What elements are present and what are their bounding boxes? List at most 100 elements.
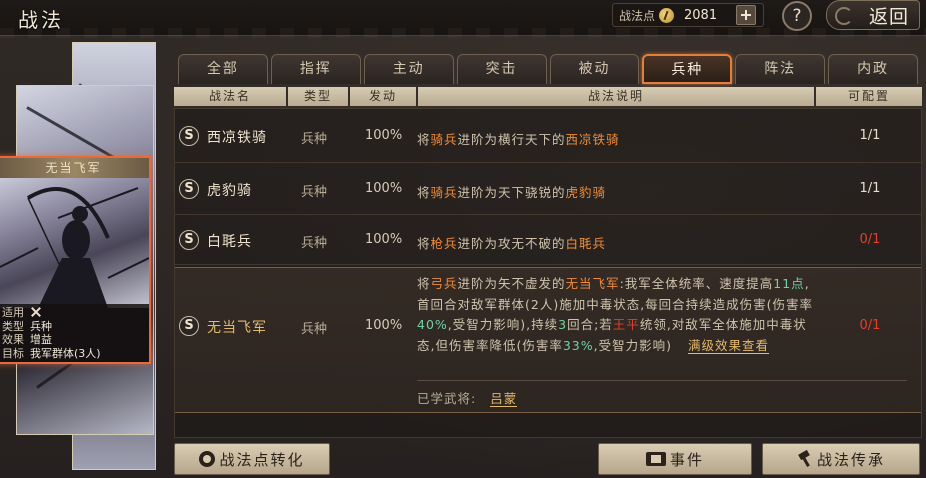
tactic-rate: 100%	[365, 181, 403, 196]
desc-highlight: 枪兵	[430, 236, 458, 251]
configurable-count: 0/1	[859, 318, 881, 333]
desc-highlight: 西凉铁骑	[565, 132, 620, 147]
grade-badge: S	[179, 230, 199, 250]
column-header-type: 类型	[288, 87, 348, 106]
configurable-count: 1/1	[859, 128, 881, 143]
desc-text: 将	[417, 185, 431, 200]
tactic-rate: 100%	[365, 128, 403, 143]
tactic-points-display: 战法点 2081	[612, 3, 764, 27]
desc-highlight: 虎豹骑	[565, 185, 607, 200]
tactic-type: 兵种	[301, 185, 328, 200]
event-icon	[645, 452, 666, 466]
tactic-type: 兵种	[301, 322, 328, 337]
tactic-points-icon	[199, 451, 216, 467]
tab-active[interactable]: 主动	[363, 54, 454, 84]
hammer-icon	[797, 451, 813, 467]
tab-command[interactable]: 指挥	[270, 54, 361, 84]
table-row[interactable]: S 西凉铁骑 兵种 100% 将骑兵进阶为横行天下的西凉铁骑 1/1	[175, 109, 921, 163]
view-max-level-link[interactable]: 满级效果查看	[688, 337, 770, 354]
back-label: 返回	[868, 5, 909, 28]
tab-assault[interactable]: 突击	[456, 54, 547, 84]
event-label: 事件	[669, 450, 704, 469]
tactic-name: 西凉铁骑	[207, 130, 267, 146]
tactic-points-label: 战法点	[619, 8, 656, 23]
tactic-card[interactable]: 无当飞军 适用 类型 兵种 效果 增益 目标 我军群体(3人)	[0, 156, 151, 364]
convert-points-button[interactable]: 战法点转化	[174, 443, 330, 475]
desc-text: 将	[417, 132, 431, 147]
tactic-description: 将弓兵进阶为矢不虚发的无当飞军:我军全体统率、速度提高11点,首回合对敌军群体(…	[417, 274, 817, 356]
tactic-type: 兵种	[301, 132, 328, 147]
column-header-trigger: 发动	[350, 87, 416, 106]
grade-badge: S	[179, 179, 199, 199]
tab-passive[interactable]: 被动	[549, 54, 640, 84]
table-row[interactable]: S 白毦兵 兵种 100% 将枪兵进阶为攻无不破的白毦兵 0/1	[175, 215, 921, 265]
desc-text: ,受智力影响)	[593, 337, 673, 353]
archer-art	[0, 178, 149, 308]
tab-internal-affairs[interactable]: 内政	[828, 54, 918, 84]
learned-general-link[interactable]: 吕蒙	[490, 391, 518, 407]
column-header-name: 战法名	[174, 87, 286, 106]
card-key: 类型	[2, 319, 24, 333]
header-ornament	[0, 28, 926, 38]
swirl-icon	[835, 7, 853, 25]
card-row: 类型 兵种	[2, 320, 149, 334]
tactic-name: 虎豹骑	[207, 183, 252, 199]
header-bar: 战法 战法点 2081 ? 返回	[0, 0, 926, 38]
table-row-selected[interactable]: S 无当飞军 兵种 100% 将弓兵进阶为矢不虚发的无当飞军:我军全体统率、速度…	[175, 267, 921, 413]
table-row[interactable]: S 虎豹骑 兵种 100% 将骑兵进阶为天下骁锐的虎豹骑 1/1	[175, 163, 921, 215]
desc-text: 回合;若	[567, 317, 613, 332]
desc-text: 进阶为攻无不破的	[457, 236, 566, 251]
configurable-count: 0/1	[859, 232, 881, 247]
card-row: 目标 我军群体(3人)	[2, 347, 149, 361]
page-title: 战法	[18, 8, 64, 32]
tab-formation[interactable]: 阵法	[735, 54, 826, 84]
help-button[interactable]: ?	[782, 1, 812, 31]
tactic-description: 将骑兵进阶为天下骁锐的虎豹骑	[417, 182, 606, 201]
desc-highlight: 弓兵	[430, 276, 458, 291]
desc-highlight: 王平	[612, 317, 640, 332]
add-points-button[interactable]	[736, 5, 757, 25]
desc-highlight: 40%	[417, 317, 448, 332]
category-tabs: 全部 指挥 主动 突击 被动 兵种 阵法 内政	[178, 54, 918, 86]
tactic-description: 将枪兵进阶为攻无不破的白毦兵	[417, 233, 606, 252]
desc-text: ,受智力影响),持续	[447, 317, 559, 332]
configurable-count: 1/1	[859, 181, 881, 196]
crossed-swords-icon	[30, 306, 43, 318]
desc-highlight: 3	[558, 317, 568, 332]
desc-highlight: 33%	[562, 337, 594, 353]
back-button[interactable]: 返回	[826, 0, 920, 30]
inherit-tactic-label: 战法传承	[816, 450, 885, 469]
card-key: 效果	[2, 333, 24, 346]
tactic-card-title: 无当飞军	[0, 158, 149, 178]
desc-text: 进阶为横行天下的	[457, 132, 566, 147]
table-header: 战法名 类型 发动 战法说明 可配置	[174, 87, 922, 106]
tab-all[interactable]: 全部	[178, 54, 268, 84]
card-row: 适用	[2, 306, 149, 320]
tactic-description: 将骑兵进阶为横行天下的西凉铁骑	[417, 129, 620, 148]
learned-label: 已学武将:	[417, 391, 477, 406]
desc-text: 进阶为矢不虚发的	[457, 276, 566, 291]
desc-highlight: 骑兵	[430, 185, 458, 200]
tactic-name: 无当飞军	[207, 320, 267, 336]
event-button[interactable]: 事件	[598, 443, 752, 475]
column-header-description: 战法说明	[418, 87, 814, 106]
tactic-points-icon	[659, 7, 675, 23]
tactic-type: 兵种	[301, 236, 328, 251]
column-header-configurable: 可配置	[816, 87, 922, 106]
row-divider	[417, 380, 907, 381]
card-key: 适用	[2, 306, 24, 319]
card-value: 增益	[30, 333, 52, 346]
tactic-rate: 100%	[365, 318, 403, 333]
card-row: 效果 增益	[2, 333, 149, 347]
card-value: 我军群体(3人)	[30, 346, 101, 360]
convert-points-label: 战法点转化	[219, 450, 305, 469]
card-key: 目标	[2, 346, 24, 360]
grade-badge: S	[179, 316, 199, 336]
tactic-points-value: 2081	[684, 7, 718, 23]
tab-troop-type[interactable]: 兵种	[642, 54, 733, 84]
desc-text: 进阶为天下骁锐的	[457, 185, 566, 200]
desc-text: 将	[417, 276, 431, 291]
grade-badge: S	[179, 126, 199, 146]
inherit-tactic-button[interactable]: 战法传承	[762, 443, 920, 475]
tactic-card-info: 适用 类型 兵种 效果 增益 目标 我军群体(3人)	[0, 304, 149, 362]
